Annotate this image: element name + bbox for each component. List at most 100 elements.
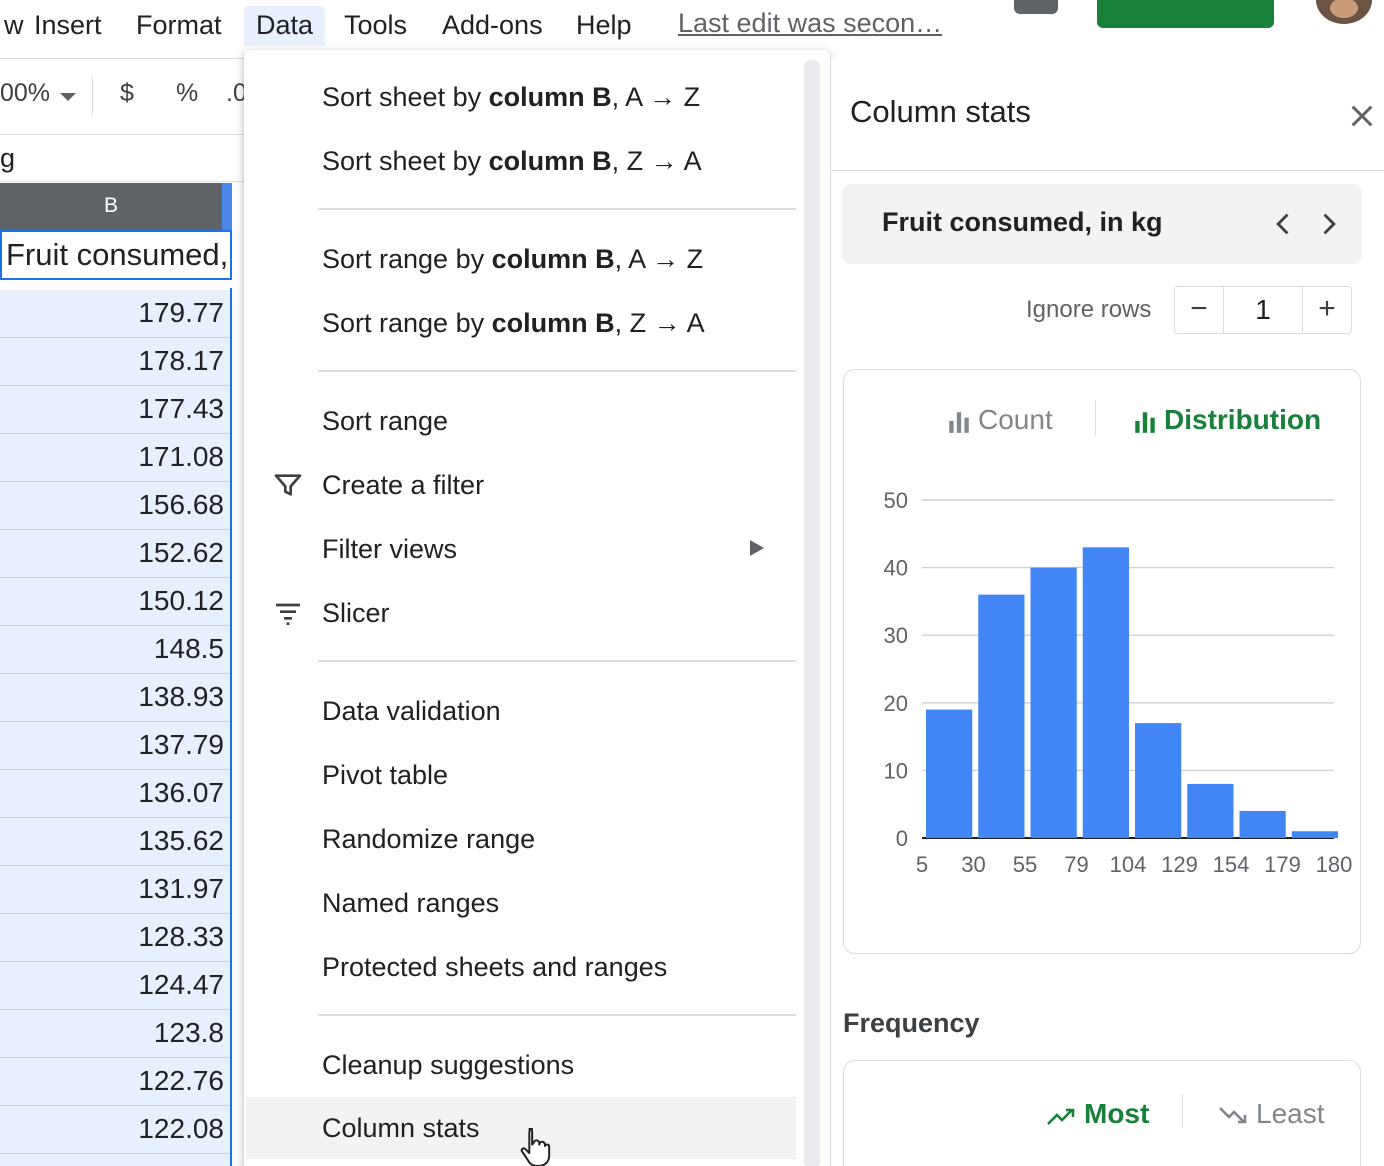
currency-format-button[interactable]: $: [120, 79, 134, 108]
histogram-bar: [1239, 810, 1286, 838]
tab-count-label: Count: [978, 404, 1053, 435]
menu-item-sort-range-za[interactable]: Sort range by column B, Z → A: [246, 292, 796, 354]
table-row[interactable]: 124.47: [0, 962, 232, 1010]
table-row[interactable]: 138.93: [0, 674, 232, 722]
panel-divider: [830, 170, 1384, 171]
y-tick-label: 30: [884, 623, 908, 648]
zoom-select[interactable]: 00%: [0, 79, 50, 108]
menu-item-sort-sheet-za[interactable]: Sort sheet by column B, Z → A: [246, 130, 796, 192]
formula-bar[interactable]: g: [0, 134, 245, 182]
panel-title: Column stats: [850, 94, 1031, 129]
tab-least[interactable]: Least: [1218, 1098, 1325, 1130]
menu-divider: [318, 1014, 796, 1016]
comment-history-icon[interactable]: [1014, 0, 1058, 14]
menu-data[interactable]: Data: [244, 6, 326, 46]
frequency-title: Frequency: [843, 1008, 980, 1038]
column-name: Fruit consumed, in kg: [882, 207, 1163, 237]
x-tick-label: 154: [1213, 852, 1250, 877]
table-row[interactable]: 123.8: [0, 1010, 232, 1058]
table-row[interactable]: 131.97: [0, 866, 232, 914]
table-row[interactable]: 148.5: [0, 626, 232, 674]
menu-item-cleanup-suggestions[interactable]: Cleanup suggestions: [246, 1034, 796, 1096]
table-row[interactable]: 122.76: [0, 1058, 232, 1106]
x-tick-label: 55: [1013, 852, 1037, 877]
histogram-bar: [978, 594, 1025, 838]
table-row[interactable]: 122.08: [0, 1106, 232, 1154]
histogram-bar: [1030, 567, 1077, 838]
menu-scrollbar[interactable]: [804, 60, 820, 1166]
column-resize-handle[interactable]: [222, 183, 232, 230]
menu-item-slicer[interactable]: Slicer: [246, 582, 796, 644]
histogram-bar: [1187, 783, 1234, 838]
menu-item-pivot-table[interactable]: Pivot table: [246, 744, 796, 806]
table-row[interactable]: 118.83: [0, 1154, 232, 1166]
table-row[interactable]: 135.62: [0, 818, 232, 866]
menu-addons[interactable]: Add-ons: [430, 6, 555, 46]
chevron-left-icon[interactable]: [1270, 210, 1298, 238]
trending-up-icon: [1047, 1108, 1075, 1125]
menu-format[interactable]: Format: [124, 6, 234, 46]
menu-item-sort-sheet-az[interactable]: Sort sheet by column B, A → Z: [246, 66, 796, 128]
bar-chart-icon: [949, 411, 969, 433]
menu-item-sort-range-az[interactable]: Sort range by column B, A → Z: [246, 228, 796, 290]
table-row[interactable]: 152.62: [0, 530, 232, 578]
table-row[interactable]: 136.07: [0, 770, 232, 818]
ignore-rows-stepper: − 1 +: [1174, 286, 1352, 334]
x-tick-label: 179: [1264, 852, 1301, 877]
table-row[interactable]: 150.12: [0, 578, 232, 626]
x-tick-label: 129: [1161, 852, 1198, 877]
close-icon[interactable]: [1346, 100, 1378, 132]
y-tick-label: 20: [884, 691, 908, 716]
table-row[interactable]: 178.17: [0, 338, 232, 386]
menu-item-sort-range[interactable]: Sort range: [246, 390, 796, 452]
table-row[interactable]: 128.33: [0, 914, 232, 962]
table-row[interactable]: 137.79: [0, 722, 232, 770]
menu-divider: [318, 660, 796, 662]
table-row[interactable]: 171.08: [0, 434, 232, 482]
menu-help[interactable]: Help: [564, 6, 644, 46]
histogram-bar: [1082, 547, 1129, 838]
tab-most-label: Most: [1084, 1098, 1150, 1129]
column-header-b[interactable]: B: [0, 183, 222, 230]
x-tick-label: 104: [1110, 852, 1147, 877]
menu-item-data-validation[interactable]: Data validation: [246, 680, 796, 742]
tab-distribution[interactable]: Distribution: [1132, 404, 1321, 436]
menu-item-named-ranges[interactable]: Named ranges: [246, 872, 796, 934]
decrement-button[interactable]: −: [1175, 287, 1223, 333]
tab-distribution-label: Distribution: [1164, 404, 1322, 435]
menu-tools[interactable]: Tools: [332, 6, 419, 46]
last-edit-link[interactable]: Last edit was secon…: [678, 8, 942, 39]
filter-icon: [274, 474, 302, 496]
tab-least-label: Least: [1256, 1098, 1325, 1129]
x-tick-label: 5: [916, 852, 928, 877]
share-button[interactable]: [1097, 0, 1274, 28]
menu-item-filter-views[interactable]: Filter views: [246, 518, 796, 580]
increment-button[interactable]: +: [1303, 287, 1351, 333]
table-row[interactable]: 177.43: [0, 386, 232, 434]
avatar[interactable]: [1316, 0, 1372, 24]
formula-bar-value: g: [0, 143, 16, 173]
chevron-right-icon[interactable]: [1314, 210, 1342, 238]
table-row[interactable]: 179.77: [0, 290, 232, 338]
ignore-rows-label: Ignore rows: [1026, 296, 1152, 323]
trending-down-icon: [1219, 1106, 1247, 1123]
bar-chart-icon: [1135, 411, 1155, 433]
zoom-dropdown-icon[interactable]: [60, 93, 76, 101]
table-row[interactable]: 156.68: [0, 482, 232, 530]
header-cell-b1[interactable]: Fruit consumed, in kg: [0, 230, 232, 280]
menu-insert[interactable]: Insert: [22, 6, 114, 46]
tab-most[interactable]: Most: [1046, 1098, 1149, 1130]
percent-format-button[interactable]: %: [176, 79, 198, 108]
ignore-rows-input[interactable]: 1: [1223, 287, 1303, 333]
menu-item-create-filter[interactable]: Create a filter: [246, 454, 796, 516]
menu-divider: [318, 208, 796, 210]
toolbar-divider: [92, 77, 93, 115]
tab-count[interactable]: Count: [946, 404, 1053, 436]
menu-item-protected-ranges[interactable]: Protected sheets and ranges: [246, 936, 796, 998]
histogram-bar: [1291, 831, 1338, 838]
tab-divider: [1182, 1094, 1183, 1128]
slicer-icon: [276, 603, 300, 625]
menu-item-randomize-range[interactable]: Randomize range: [246, 808, 796, 870]
distribution-chart: 0 10 20 30 40 50 5 30 55 79 104 129 154 179 180: [884, 488, 1353, 877]
menu-divider: [318, 370, 796, 372]
